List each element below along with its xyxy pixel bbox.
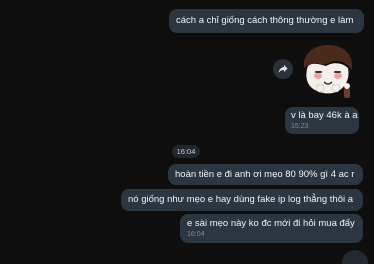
message-text: e sài mẹo này ko đc mới đi hỏi mua đấy bbox=[187, 218, 355, 229]
cartoon-character-sticker bbox=[303, 45, 353, 98]
date-separator: 16:04 bbox=[172, 145, 200, 158]
message-time: 16:04 bbox=[187, 231, 205, 238]
message-bubble[interactable]: hoàn tiền e đi anh ơi mẹo 80 90% gì 4 ac… bbox=[168, 164, 363, 185]
message-bubble[interactable]: e sài mẹo này ko đc mới đi hỏi mua đấy 1… bbox=[180, 214, 363, 243]
message-bubble[interactable]: v là bay 46k à a 15:23 bbox=[285, 107, 359, 134]
message-bubble[interactable]: nó giống như mẹo e hay dùng fake ip log … bbox=[121, 189, 363, 211]
message-time: 15:23 bbox=[291, 123, 309, 130]
message-bubble[interactable]: cách a chỉ giống cách thông thường e làm bbox=[169, 9, 364, 33]
scroll-down-button[interactable] bbox=[342, 250, 368, 264]
sticker-image[interactable] bbox=[298, 42, 358, 100]
forward-button[interactable] bbox=[273, 59, 293, 79]
chat-area: cách a chỉ giống cách thông thường e làm bbox=[0, 0, 374, 264]
message-text: v là bay 46k à a bbox=[291, 110, 358, 121]
message-text: cách a chỉ giống cách thông thường e làm bbox=[176, 15, 354, 26]
message-text: hoàn tiền e đi anh ơi mẹo 80 90% gì 4 ac… bbox=[175, 169, 355, 180]
message-text: nó giống như mẹo e hay dùng fake ip log … bbox=[128, 194, 354, 205]
share-forward-icon bbox=[278, 65, 288, 73]
